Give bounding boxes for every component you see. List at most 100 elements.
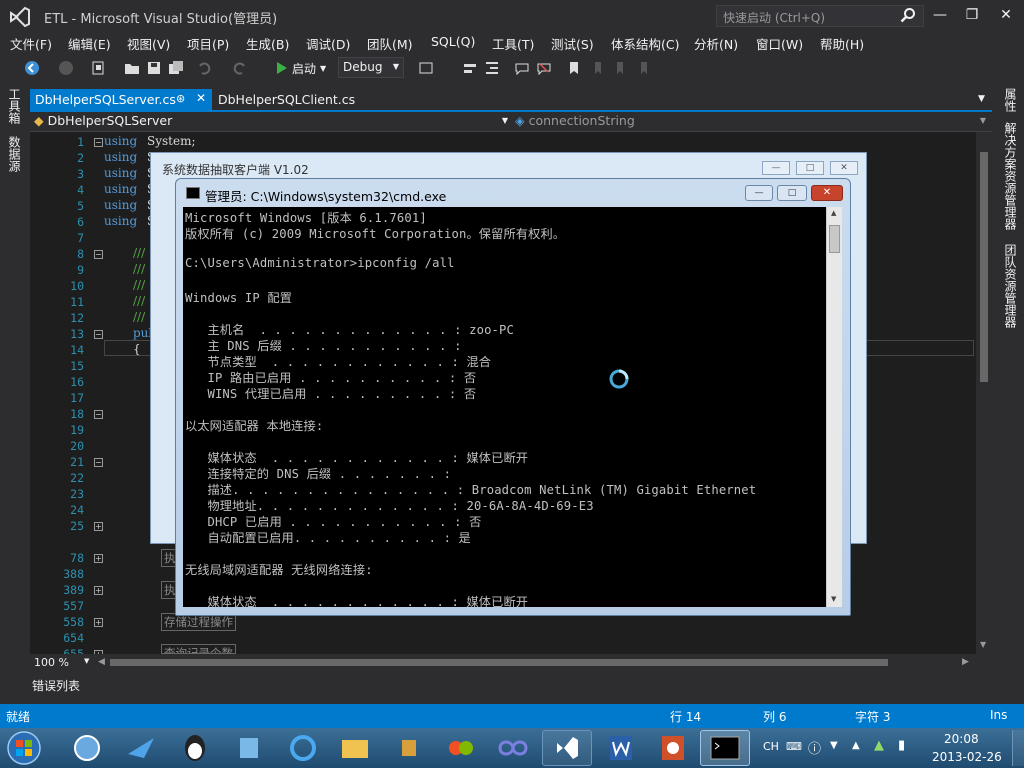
wifi-icon[interactable]: ▲ bbox=[874, 738, 884, 753]
menu-team[interactable]: 团队(M) bbox=[367, 32, 413, 55]
tab-dbhelpersqlclient[interactable]: DbHelperSQLClient.cs bbox=[216, 89, 356, 111]
scroll-thumb[interactable] bbox=[829, 225, 840, 253]
class-dropdown[interactable]: ◆ DbHelperSQLServer ▼ bbox=[34, 113, 512, 131]
zoom-dropdown[interactable]: 100 % ▼ bbox=[34, 656, 92, 670]
member-dropdown[interactable]: ◈ connectionString ▼ bbox=[515, 113, 990, 131]
scroll-left-arrow-icon[interactable]: ◀ bbox=[98, 657, 105, 667]
search-icon[interactable] bbox=[900, 7, 916, 23]
collapse-icon[interactable]: − bbox=[94, 138, 103, 147]
undo-icon[interactable] bbox=[196, 60, 212, 76]
datasource-tab[interactable]: 数据源 bbox=[6, 136, 23, 172]
solution-explorer-tab[interactable]: 解决方案资源管理器 bbox=[1002, 122, 1019, 230]
minimize-button[interactable]: — bbox=[926, 4, 954, 26]
start-debug-button[interactable]: 启动 ▼ bbox=[276, 59, 326, 77]
uncomment-icon[interactable] bbox=[536, 60, 552, 76]
close-button[interactable]: ✕ bbox=[992, 4, 1020, 26]
collapse-icon[interactable]: − bbox=[94, 458, 103, 467]
app-icon[interactable] bbox=[62, 730, 112, 766]
cmd-vertical-scrollbar[interactable]: ▲ ▼ bbox=[826, 207, 842, 607]
tab-dbhelpersqlserver[interactable]: DbHelperSQLServer.cs ⊛ ✕ bbox=[30, 89, 212, 111]
menu-help[interactable]: 帮助(H) bbox=[820, 32, 864, 55]
indent-icon[interactable] bbox=[484, 60, 500, 76]
help-icon[interactable]: ⓘ bbox=[808, 738, 821, 757]
collapse-icon[interactable]: − bbox=[94, 250, 103, 259]
cmd-maximize-button[interactable]: □ bbox=[777, 185, 807, 201]
menu-sql[interactable]: SQL(Q) bbox=[431, 32, 475, 51]
clock-time[interactable]: 20:08 bbox=[944, 732, 979, 746]
menu-analyze[interactable]: 分析(N) bbox=[694, 32, 738, 55]
etl-close-button[interactable]: ✕ bbox=[830, 161, 858, 175]
start-menu-icon[interactable] bbox=[4, 730, 44, 766]
forward-icon[interactable] bbox=[58, 60, 74, 76]
menu-debug[interactable]: 调试(D) bbox=[306, 32, 350, 55]
expand-icon[interactable]: + bbox=[94, 618, 103, 627]
chevron-down-icon[interactable]: ▼ bbox=[830, 740, 838, 751]
expand-icon[interactable]: + bbox=[94, 586, 103, 595]
cmd-task[interactable] bbox=[700, 730, 750, 766]
new-project-icon[interactable] bbox=[90, 60, 106, 76]
collapse-icon[interactable]: − bbox=[94, 330, 103, 339]
comment-icon[interactable] bbox=[514, 60, 530, 76]
team-explorer-tab[interactable]: 团队资源管理器 bbox=[1002, 244, 1019, 328]
network-app-icon[interactable] bbox=[224, 730, 274, 766]
bookmark-icon[interactable] bbox=[566, 60, 582, 76]
redo-icon[interactable] bbox=[232, 60, 248, 76]
scroll-right-arrow-icon[interactable]: ▶ bbox=[962, 657, 969, 667]
next-bookmark-icon[interactable] bbox=[612, 60, 628, 76]
menu-project[interactable]: 项目(P) bbox=[187, 32, 229, 55]
cmd-close-button[interactable]: ✕ bbox=[811, 185, 843, 201]
expand-icon[interactable]: + bbox=[94, 554, 103, 563]
tab-overflow-icon[interactable]: ▼ bbox=[978, 94, 985, 104]
toolbox-tab[interactable]: 工具箱 bbox=[6, 88, 23, 124]
internet-explorer-icon[interactable] bbox=[278, 730, 328, 766]
menu-build[interactable]: 生成(B) bbox=[246, 32, 289, 55]
scroll-down-arrow-icon[interactable]: ▼ bbox=[831, 595, 836, 603]
word-icon[interactable] bbox=[596, 730, 646, 766]
etl-minimize-button[interactable]: — bbox=[762, 161, 790, 175]
clock-date[interactable]: 2013-02-26 bbox=[932, 750, 1002, 764]
show-hidden-icons-icon[interactable]: ▲ bbox=[852, 740, 860, 751]
etl-maximize-button[interactable]: □ bbox=[796, 161, 824, 175]
qq-icon[interactable] bbox=[170, 730, 220, 766]
menu-window[interactable]: 窗口(W) bbox=[756, 32, 803, 55]
save-icon[interactable] bbox=[146, 60, 162, 76]
menu-architecture[interactable]: 体系结构(C) bbox=[611, 32, 679, 55]
powerpoint-icon[interactable] bbox=[648, 730, 698, 766]
menu-file[interactable]: 文件(F) bbox=[10, 32, 52, 55]
keyboard-icon[interactable]: ⌨ bbox=[786, 740, 802, 753]
collapse-icon[interactable]: − bbox=[94, 410, 103, 419]
solution-configuration-select[interactable]: Debug ▼ bbox=[338, 57, 404, 78]
align-icon[interactable] bbox=[462, 60, 478, 76]
paint-app-icon[interactable] bbox=[436, 730, 486, 766]
collapsed-region[interactable]: 查询记录个数 bbox=[161, 644, 236, 654]
bird-app-icon[interactable] bbox=[116, 730, 166, 766]
infinity-app-icon[interactable] bbox=[488, 730, 538, 766]
scroll-up-arrow-icon[interactable]: ▲ bbox=[831, 209, 836, 217]
save-all-icon[interactable] bbox=[168, 60, 184, 76]
properties-tab[interactable]: 属性 bbox=[1002, 88, 1019, 112]
horizontal-scroll-thumb[interactable] bbox=[110, 659, 888, 666]
cmd-minimize-button[interactable]: — bbox=[745, 185, 773, 201]
error-list-tab[interactable]: 错误列表 bbox=[32, 677, 80, 694]
menu-edit[interactable]: 编辑(E) bbox=[68, 32, 111, 55]
clear-bookmarks-icon[interactable] bbox=[636, 60, 652, 76]
attach-process-icon[interactable] bbox=[418, 60, 434, 76]
visual-studio-task[interactable] bbox=[542, 730, 592, 766]
editor-vertical-scrollbar[interactable]: ▼ bbox=[976, 132, 992, 654]
file-explorer-icon[interactable] bbox=[330, 730, 380, 766]
tools-app-icon[interactable] bbox=[384, 730, 434, 766]
pin-icon[interactable]: ⊛ bbox=[176, 92, 185, 105]
menu-test[interactable]: 测试(S) bbox=[551, 32, 594, 55]
open-file-icon[interactable] bbox=[124, 60, 140, 76]
restore-button[interactable]: ❐ bbox=[958, 4, 986, 26]
scroll-thumb[interactable] bbox=[980, 152, 988, 382]
menu-tools[interactable]: 工具(T) bbox=[492, 32, 534, 55]
ime-indicator[interactable]: CH bbox=[763, 740, 779, 753]
close-icon[interactable]: ✕ bbox=[196, 91, 206, 105]
battery-icon[interactable]: ▮ bbox=[898, 738, 905, 753]
expand-icon[interactable]: + bbox=[94, 522, 103, 531]
quick-launch-input[interactable]: 快速启动 (Ctrl+Q) bbox=[716, 5, 924, 27]
scroll-down-arrow-icon[interactable]: ▼ bbox=[980, 640, 986, 649]
menu-view[interactable]: 视图(V) bbox=[127, 32, 170, 55]
prev-bookmark-icon[interactable] bbox=[590, 60, 606, 76]
